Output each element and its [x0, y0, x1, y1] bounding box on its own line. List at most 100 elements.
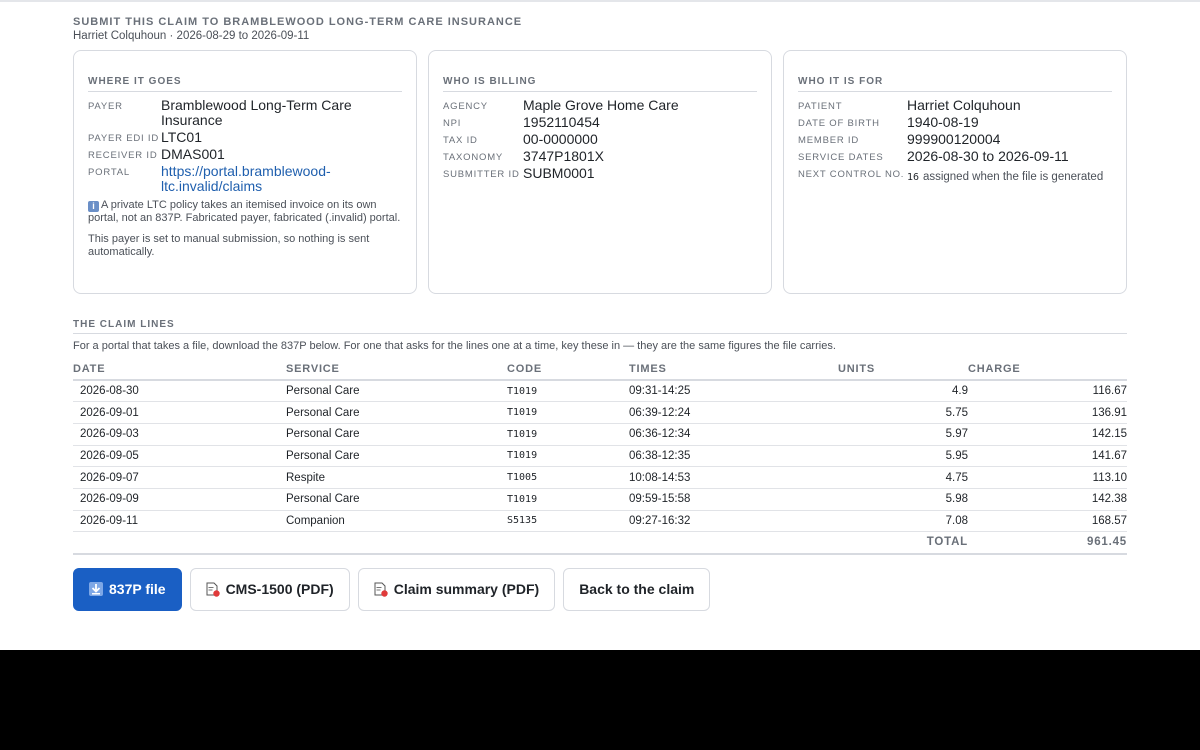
service-dates-value: 2026-08-30 to 2026-09-11 — [907, 148, 1069, 164]
who-is-billing-card: WHO IS BILLING AGENCY Maple Grove Home C… — [428, 50, 772, 294]
units-cell: 4.75 — [838, 466, 968, 489]
back-to-claim-label: Back to the claim — [579, 581, 695, 597]
column-header-charge: CHARGE — [968, 357, 1127, 381]
tax-id-row: TAX ID 00-0000000 — [443, 132, 757, 147]
dob-row: DATE OF BIRTH 1940-08-19 — [798, 115, 1112, 130]
table-row: 2026-09-09 Personal Care T1019 09:59-15:58 5… — [73, 488, 1127, 511]
tax-id-label: TAX ID — [443, 135, 478, 146]
service-cell: Personal Care — [286, 445, 507, 468]
payer-edi-value: LTC01 — [161, 129, 202, 145]
charge-cell: 142.38 — [968, 488, 1127, 511]
receiver-value: DMAS001 — [161, 146, 225, 162]
dob-value: 1940-08-19 — [907, 114, 979, 130]
service-dates-label: SERVICE DATES — [798, 152, 884, 163]
times-cell: 06:36-12:34 — [629, 423, 838, 446]
patient-row: PATIENT Harriet Colquhoun — [798, 98, 1112, 113]
charge-cell: 113.10 — [968, 466, 1127, 489]
times-cell: 06:38-12:35 — [629, 445, 838, 468]
claim-lines-table: DATE SERVICE CODE TIMES UNITS CHARGE 202… — [73, 357, 1127, 555]
taxonomy-label: TAXONOMY — [443, 152, 504, 163]
taxonomy-value: 3747P1801X — [523, 148, 604, 164]
dob-label: DATE OF BIRTH — [798, 118, 880, 129]
table-row: 2026-09-03 Personal Care T1019 06:36-12:34 5… — [73, 423, 1127, 446]
member-id-label: MEMBER ID — [798, 135, 860, 146]
charge-cell: 142.15 — [968, 423, 1127, 446]
claim-lines-heading: THE CLAIM LINES — [73, 319, 1127, 334]
agency-row: AGENCY Maple Grove Home Care — [443, 98, 757, 113]
claim-lines-intro: For a portal that takes a file, download… — [73, 340, 836, 352]
charge-cell: 141.67 — [968, 445, 1127, 468]
pdf-icon — [374, 582, 388, 597]
code-cell: T1019 — [507, 401, 629, 424]
date-cell: 2026-09-07 — [73, 466, 286, 489]
npi-row: NPI 1952110454 — [443, 115, 757, 130]
control-no-note: assigned when the file is generated — [922, 171, 1104, 183]
portal-link[interactable]: https://portal.bramblewood-ltc.invalid/c… — [161, 163, 331, 194]
times-cell: 10:08-14:53 — [629, 466, 838, 489]
tax-id-value: 00-0000000 — [523, 131, 598, 147]
service-cell: Personal Care — [286, 380, 507, 403]
who-it-is-for-card: WHO IT IS FOR PATIENT Harriet Colquhoun … — [783, 50, 1127, 294]
table-row: 2026-09-07 Respite T1005 10:08-14:53 4.75 113… — [73, 466, 1127, 489]
table-row: 2026-09-11 Companion S5135 09:27-16:32 7.08 1… — [73, 510, 1127, 533]
info-icon: i — [88, 201, 99, 212]
service-dates-row: SERVICE DATES 2026-08-30 to 2026-09-11 — [798, 149, 1112, 164]
units-cell: 4.9 — [838, 380, 968, 403]
cms-1500-pdf-button[interactable]: CMS-1500 (PDF) — [189, 567, 350, 611]
table-row: 2026-09-05 Personal Care T1019 06:38-12:35 5… — [73, 445, 1127, 468]
units-cell: 5.97 — [838, 423, 968, 446]
action-bar: 837P file CMS-1500 (PDF) Claim summary (… — [73, 567, 1127, 611]
member-id-row: MEMBER ID 999900120004 — [798, 132, 1112, 147]
submitter-value: SUBM0001 — [523, 165, 595, 181]
page: SUBMIT THIS CLAIM TO BRAMBLEWOOD LONG-TE… — [0, 0, 1200, 650]
patient-label: PATIENT — [798, 101, 843, 112]
card-heading: WHERE IT GOES — [88, 76, 402, 92]
claim-summary-pdf-button[interactable]: Claim summary (PDF) — [357, 567, 556, 611]
receiver-label: RECEIVER ID — [88, 150, 158, 161]
service-cell: Personal Care — [286, 423, 507, 446]
submitter-row: SUBMITTER ID SUBM0001 — [443, 166, 757, 181]
receiver-row: RECEIVER ID DMAS001 — [88, 147, 402, 162]
code-cell: T1005 — [507, 466, 629, 489]
page-title: SUBMIT THIS CLAIM TO BRAMBLEWOOD LONG-TE… — [73, 16, 523, 28]
claim-summary-label: Claim summary (PDF) — [393, 581, 540, 597]
payer-edi-row: PAYER EDI ID LTC01 — [88, 130, 402, 145]
service-cell: Companion — [286, 510, 507, 533]
charge-cell: 116.67 — [968, 380, 1127, 403]
date-cell: 2026-08-30 — [73, 380, 286, 403]
times-cell: 09:31-14:25 — [629, 380, 838, 403]
units-cell: 7.08 — [838, 510, 968, 533]
cms-1500-label: CMS-1500 (PDF) — [225, 581, 334, 597]
patient-value: Harriet Colquhoun — [907, 97, 1021, 113]
code-cell: T1019 — [507, 423, 629, 446]
summary-cards: WHERE IT GOES PAYER Bramblewood Long-Ter… — [73, 50, 1127, 294]
date-cell: 2026-09-05 — [73, 445, 286, 468]
pdf-icon — [206, 582, 220, 597]
column-header-date: DATE — [73, 357, 286, 381]
units-cell: 5.75 — [838, 401, 968, 424]
column-header-times: TIMES — [629, 357, 838, 381]
times-cell: 06:39-12:24 — [629, 401, 838, 424]
date-cell: 2026-09-01 — [73, 401, 286, 424]
code-cell: S5135 — [507, 510, 629, 533]
download-icon — [89, 582, 103, 596]
payer-label: PAYER — [88, 101, 123, 112]
manual-submission-note: This payer is set to manual submission, … — [88, 233, 370, 258]
service-cell: Personal Care — [286, 488, 507, 511]
download-837p-label: 837P file — [109, 581, 166, 597]
date-cell: 2026-09-09 — [73, 488, 286, 511]
portal-row: PORTAL https://portal.bramblewood-ltc.in… — [88, 164, 402, 194]
charge-cell: 136.91 — [968, 401, 1127, 424]
agency-value: Maple Grove Home Care — [523, 97, 679, 113]
portal-label: PORTAL — [88, 167, 130, 178]
content: SUBMIT THIS CLAIM TO BRAMBLEWOOD LONG-TE… — [73, 16, 1127, 611]
control-no-row: NEXT CONTROL NO. 16 assigned when the fi… — [798, 166, 1112, 185]
policy-note-text: A private LTC policy takes an itemised i… — [88, 199, 401, 224]
table-row: 2026-08-30 Personal Care T1019 09:31-14:25 4… — [73, 380, 1127, 403]
back-to-claim-button[interactable]: Back to the claim — [563, 567, 711, 611]
column-header-service: SERVICE — [286, 357, 507, 381]
control-no-value: 16 — [907, 172, 920, 183]
column-header-code: CODE — [507, 357, 629, 381]
units-cell: 5.98 — [838, 488, 968, 511]
download-837p-button[interactable]: 837P file — [73, 567, 182, 611]
